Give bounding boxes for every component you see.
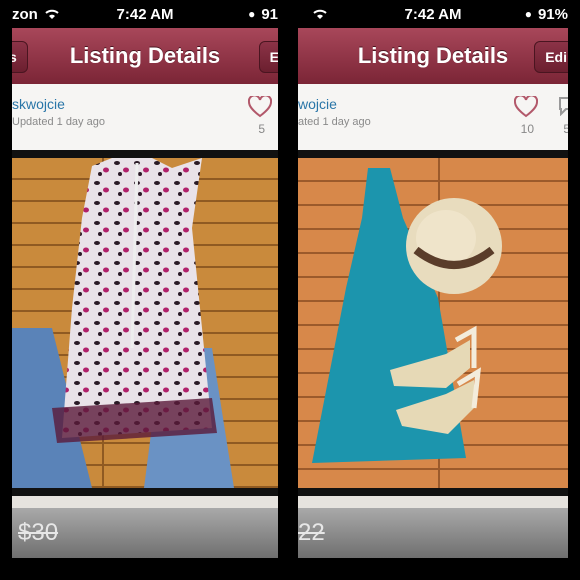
wifi-icon xyxy=(44,8,60,20)
listing-photo[interactable] xyxy=(298,158,568,488)
heart-icon[interactable] xyxy=(247,94,273,123)
listing-screen-left: zon 7:42 AM ● 91 s Listing Details E skw… xyxy=(12,0,278,580)
listing-photo-frame xyxy=(298,150,568,496)
carrier-label: zon xyxy=(12,5,38,23)
nav-bar: Listing Details Edi xyxy=(298,28,568,85)
seller-username[interactable]: wojcie xyxy=(298,96,337,112)
updated-text: Updated 1 day ago xyxy=(12,116,105,128)
status-bar: 7:42 AM ● 91% xyxy=(298,0,568,28)
like-count: 10 xyxy=(520,122,534,136)
seller-username[interactable]: skwojcie xyxy=(12,96,65,112)
original-price: $30 xyxy=(18,519,59,546)
listing-info-row: skwojcie Updated 1 day ago 5 xyxy=(12,84,278,150)
battery-percent: 91% xyxy=(537,5,568,23)
wifi-icon xyxy=(312,8,328,20)
price-bar: $30 xyxy=(12,508,278,558)
battery-percent: 91 xyxy=(261,5,278,23)
listing-photo-frame xyxy=(12,150,278,496)
status-time: 7:42 AM xyxy=(116,5,174,23)
page-title: Listing Details xyxy=(357,43,509,68)
nav-bar: s Listing Details E xyxy=(12,28,278,85)
heart-icon[interactable] xyxy=(513,94,539,123)
status-time: 7:42 AM xyxy=(404,5,462,23)
listing-photo[interactable] xyxy=(12,158,278,488)
comment-count: 5 xyxy=(563,122,568,136)
divider xyxy=(298,496,568,508)
updated-text: ated 1 day ago xyxy=(298,116,371,128)
price-bar: 22 xyxy=(298,508,568,558)
status-bar: zon 7:42 AM ● 91 xyxy=(12,0,278,28)
divider xyxy=(12,496,278,508)
edit-button[interactable]: Edi xyxy=(534,41,568,73)
listing-screen-right: 7:42 AM ● 91% Listing Details Edi wojcie… xyxy=(298,0,568,580)
alarm-icon: ● xyxy=(524,7,532,21)
comment-icon[interactable] xyxy=(558,96,568,121)
alarm-icon: ● xyxy=(248,7,256,21)
back-button[interactable]: s xyxy=(12,41,28,73)
like-count: 5 xyxy=(258,122,265,136)
original-price: 22 xyxy=(298,519,325,546)
page-title: Listing Details xyxy=(69,43,221,68)
listing-info-row: wojcie ated 1 day ago 10 5 xyxy=(298,84,568,150)
edit-button[interactable]: E xyxy=(258,41,278,73)
